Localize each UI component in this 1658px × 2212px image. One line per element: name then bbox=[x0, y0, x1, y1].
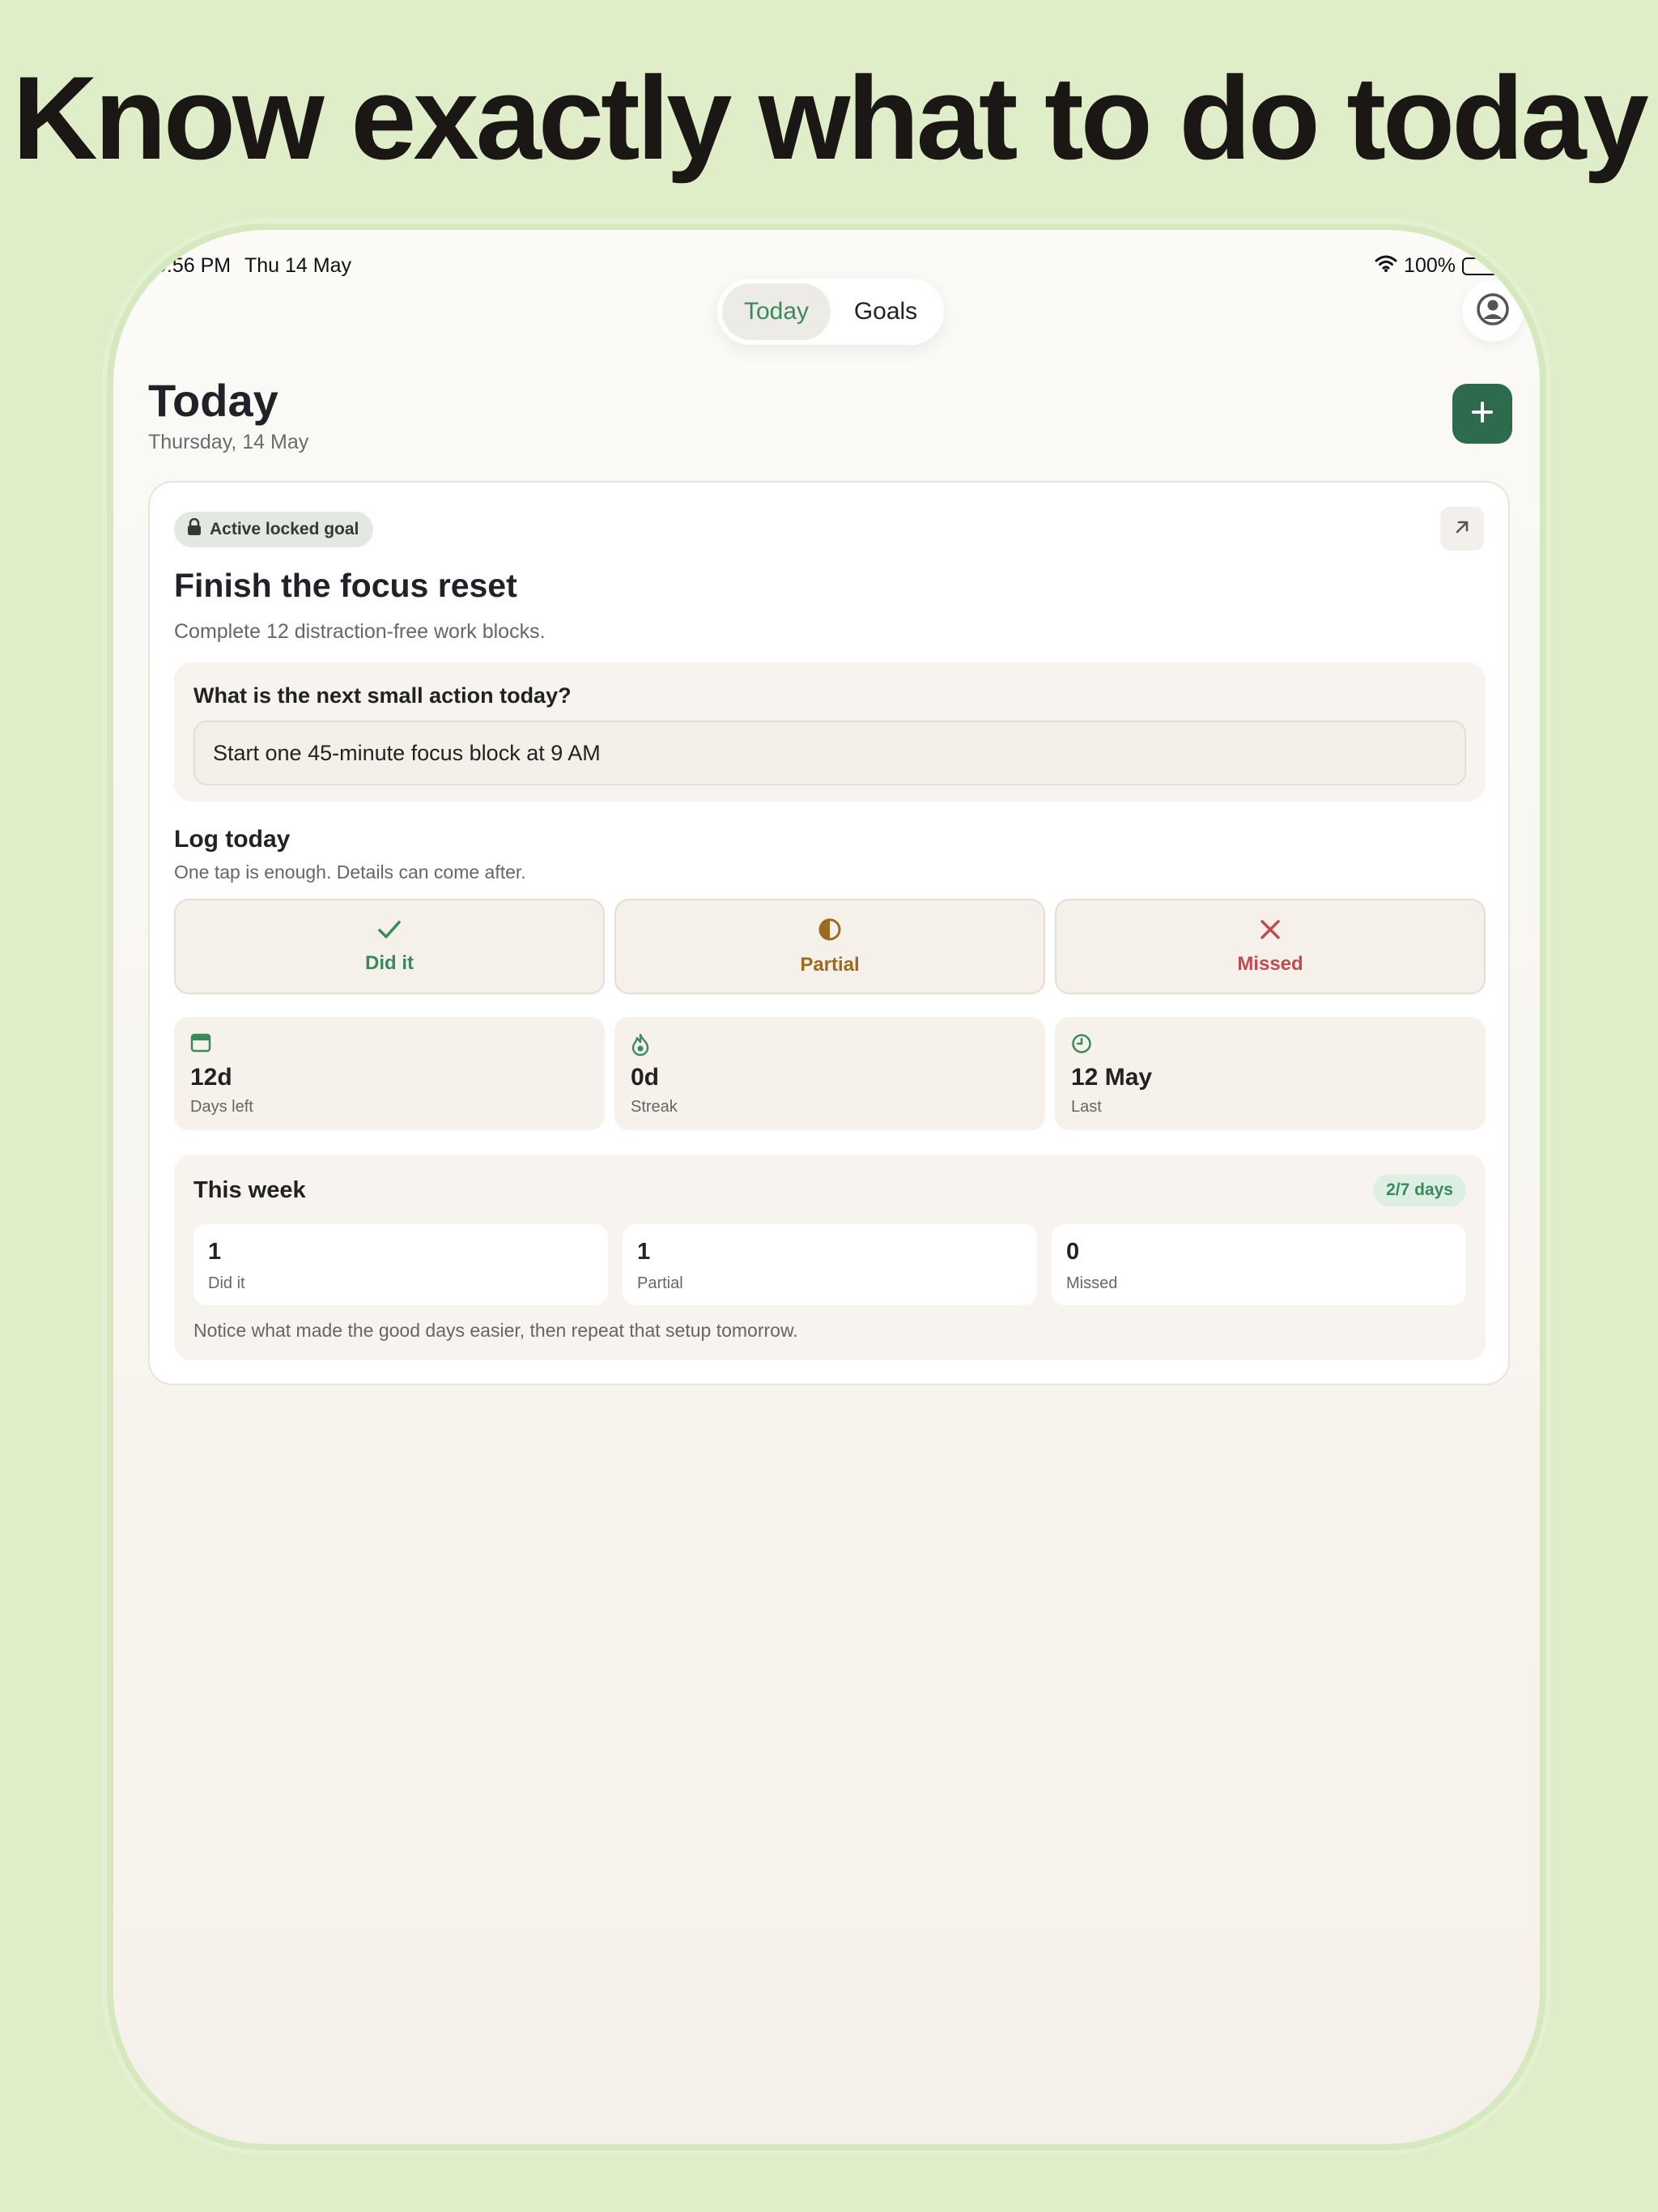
week-partial: 1 Partial bbox=[623, 1224, 1037, 1305]
stat-streak: 0d Streak bbox=[614, 1017, 1045, 1130]
lock-icon bbox=[187, 517, 202, 541]
tab-goals[interactable]: Goals bbox=[834, 283, 937, 340]
status-bar: 9:56 PM Thu 14 May 100% bbox=[113, 248, 1540, 280]
log-did-it-label: Did it bbox=[365, 951, 414, 974]
locked-goal-badge: Active locked goal bbox=[174, 512, 374, 547]
log-missed-button[interactable]: Missed bbox=[1055, 899, 1486, 994]
tab-today[interactable]: Today bbox=[722, 283, 831, 340]
plus-icon bbox=[1471, 401, 1494, 428]
status-time: 9:56 PM bbox=[155, 254, 232, 277]
next-action-section: What is the next small action today? bbox=[174, 662, 1486, 802]
log-did-it-button[interactable]: Did it bbox=[174, 899, 605, 994]
week-label: Did it bbox=[208, 1274, 245, 1292]
stat-days-left: 12d Days left bbox=[174, 1017, 605, 1130]
week-missed: 0 Missed bbox=[1052, 1224, 1466, 1305]
week-value: 0 bbox=[1066, 1239, 1080, 1265]
battery-percent: 100% bbox=[1404, 254, 1456, 277]
stat-label: Days left bbox=[190, 1098, 253, 1116]
profile-button[interactable] bbox=[1462, 280, 1524, 342]
stat-label: Streak bbox=[631, 1098, 678, 1116]
week-did-it: 1 Did it bbox=[193, 1224, 608, 1305]
log-missed-label: Missed bbox=[1237, 952, 1303, 975]
battery-icon bbox=[1462, 257, 1501, 275]
stat-value: 0d bbox=[631, 1064, 660, 1091]
ipad-screen: 9:56 PM Thu 14 May 100% Today Goals Toda… bbox=[113, 230, 1540, 2144]
next-action-question: What is the next small action today? bbox=[193, 683, 572, 708]
week-label: Partial bbox=[637, 1274, 683, 1292]
goal-card: Active locked goal Finish the focus rese… bbox=[148, 481, 1510, 1385]
week-summary: This week 2/7 days 1 Did it 1 Partial 0 … bbox=[174, 1155, 1486, 1360]
add-goal-button[interactable] bbox=[1452, 384, 1512, 444]
week-days-badge: 2/7 days bbox=[1373, 1174, 1466, 1206]
arrow-up-right-icon bbox=[1452, 517, 1472, 541]
goal-description: Complete 12 distraction-free work blocks… bbox=[174, 620, 546, 643]
stat-value: 12d bbox=[190, 1064, 232, 1091]
badge-label: Active locked goal bbox=[210, 520, 359, 538]
log-subtitle: One tap is enough. Details can come afte… bbox=[174, 861, 526, 883]
clock-icon bbox=[1071, 1033, 1092, 1058]
profile-icon bbox=[1475, 291, 1511, 331]
goal-title: Finish the focus reset bbox=[174, 567, 517, 604]
calendar-icon bbox=[190, 1033, 211, 1057]
flame-icon bbox=[631, 1033, 650, 1060]
week-note: Notice what made the good days easier, t… bbox=[193, 1320, 798, 1341]
view-switcher: Today Goals bbox=[717, 279, 944, 345]
week-value: 1 bbox=[637, 1239, 651, 1265]
wifi-icon bbox=[1375, 254, 1397, 278]
stat-last: 12 May Last bbox=[1055, 1017, 1486, 1130]
log-partial-label: Partial bbox=[800, 953, 860, 976]
page-date: Thursday, 14 May bbox=[148, 431, 309, 453]
week-label: Missed bbox=[1066, 1274, 1118, 1292]
half-circle-icon bbox=[818, 917, 842, 947]
open-goal-button[interactable] bbox=[1440, 507, 1484, 551]
stat-value: 12 May bbox=[1071, 1064, 1153, 1091]
check-icon bbox=[377, 919, 402, 946]
week-value: 1 bbox=[208, 1239, 222, 1265]
x-icon bbox=[1259, 918, 1282, 946]
status-right: 100% bbox=[1375, 254, 1501, 278]
status-date: Thu 14 May bbox=[244, 254, 352, 277]
stat-label: Last bbox=[1071, 1098, 1102, 1116]
log-partial-button[interactable]: Partial bbox=[614, 899, 1045, 994]
week-title: This week bbox=[193, 1177, 306, 1203]
next-action-input[interactable] bbox=[193, 721, 1466, 785]
page-title: Today bbox=[148, 375, 278, 426]
log-title: Log today bbox=[174, 826, 291, 853]
headline: Know exactly what to do today bbox=[12, 52, 1648, 184]
